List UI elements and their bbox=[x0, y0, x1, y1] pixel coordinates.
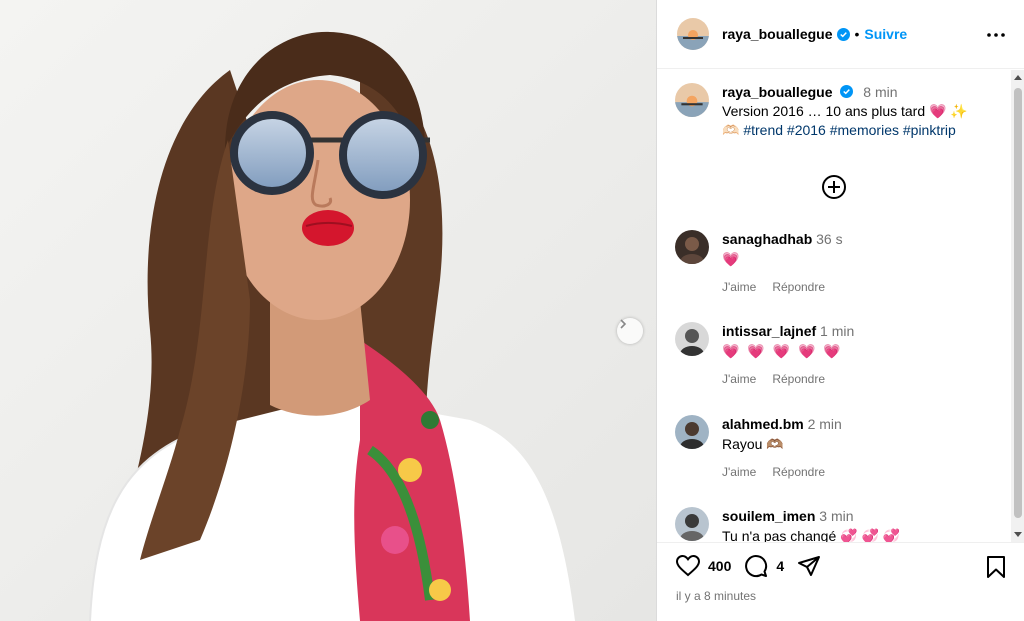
comment-username[interactable]: intissar_lajnef bbox=[722, 323, 816, 339]
share-icon[interactable] bbox=[796, 553, 822, 579]
comment-username[interactable]: alahmed.bm bbox=[722, 416, 804, 432]
comment-avatar[interactable] bbox=[675, 507, 709, 541]
comments-count[interactable]: 4 bbox=[776, 558, 784, 574]
user-avatar-image bbox=[675, 230, 709, 264]
separator-dot: • bbox=[854, 26, 860, 42]
comment-row: souilem_imen 3 min Tu n'a pas changé 💞 💞… bbox=[675, 507, 900, 542]
follow-button[interactable]: Suivre bbox=[864, 26, 907, 42]
post-header: raya_bouallegue • Suivre bbox=[657, 0, 1024, 69]
comment-text: 💗 💗 💗 💗 💗 bbox=[722, 343, 843, 359]
chevron-right-icon bbox=[620, 319, 627, 329]
scrollbar-thumb[interactable] bbox=[1014, 88, 1022, 518]
caption-hashtags[interactable]: #trend #2016 #memories #pinktrip bbox=[743, 122, 955, 138]
like-comment-button[interactable]: J'aime bbox=[722, 278, 756, 297]
user-avatar-image bbox=[675, 322, 709, 356]
likes-count[interactable]: 400 bbox=[708, 558, 731, 574]
comment-row: alahmed.bm 2 min Rayou 🫶🏽 J'aime Répondr… bbox=[675, 415, 842, 482]
comment-body: sanaghadhab 36 s 💗 J'aime Répondre bbox=[722, 230, 843, 297]
post-footer: 400 4 il y a 8 minutes bbox=[657, 542, 1024, 621]
comment-time[interactable]: 3 min bbox=[819, 508, 853, 524]
comment-username[interactable]: sanaghadhab bbox=[722, 231, 812, 247]
reply-comment-button[interactable]: Répondre bbox=[772, 278, 825, 297]
reply-comment-button[interactable]: Répondre bbox=[772, 370, 825, 389]
comment-time[interactable]: 1 min bbox=[820, 323, 854, 339]
next-photo-button[interactable] bbox=[617, 318, 643, 344]
comment-row: sanaghadhab 36 s 💗 J'aime Répondre bbox=[675, 230, 843, 297]
caption-body: Version 2016 … 10 ans plus tard 💗 ✨ bbox=[722, 103, 968, 119]
like-comment-button[interactable]: J'aime bbox=[722, 463, 756, 482]
comment-text: Rayou 🫶🏽 bbox=[722, 436, 784, 452]
more-options-icon[interactable] bbox=[985, 24, 1007, 46]
comment-avatar[interactable] bbox=[675, 322, 709, 356]
comment-icon[interactable] bbox=[743, 553, 769, 579]
instagram-post-modal: raya_bouallegue • Suivre raya_bouallegue… bbox=[0, 0, 1024, 621]
comment-row: intissar_lajnef 1 min 💗 💗 💗 💗 💗 J'aime R… bbox=[675, 322, 854, 389]
user-avatar-image bbox=[675, 507, 709, 541]
comment-time[interactable]: 36 s bbox=[816, 231, 842, 247]
comment-body: alahmed.bm 2 min Rayou 🫶🏽 J'aime Répondr… bbox=[722, 415, 842, 482]
comment-body: souilem_imen 3 min Tu n'a pas changé 💞 💞… bbox=[722, 507, 900, 542]
comments-scroll-area[interactable]: raya_bouallegue 8 min Version 2016 … 10 … bbox=[657, 70, 1011, 542]
comments-scrollbar[interactable] bbox=[1011, 70, 1024, 542]
comment-body: intissar_lajnef 1 min 💗 💗 💗 💗 💗 J'aime R… bbox=[722, 322, 854, 389]
sunset-avatar-image bbox=[675, 83, 709, 117]
post-photo[interactable] bbox=[0, 0, 656, 621]
verified-badge-icon bbox=[840, 85, 854, 98]
comment-text: Tu n'a pas changé 💞 💞 💞 bbox=[722, 528, 901, 542]
caption-username[interactable]: raya_bouallegue bbox=[722, 84, 833, 100]
caption-emoji: 🫶🏻 bbox=[722, 122, 740, 138]
comment-text: 💗 bbox=[722, 251, 742, 267]
scroll-up-arrow-icon[interactable] bbox=[1014, 75, 1022, 80]
caption-row: raya_bouallegue 8 min Version 2016 … 10 … bbox=[675, 83, 992, 140]
scroll-down-arrow-icon[interactable] bbox=[1014, 532, 1022, 537]
author-avatar[interactable] bbox=[677, 18, 709, 50]
author-username[interactable]: raya_bouallegue bbox=[722, 26, 833, 42]
comment-avatar[interactable] bbox=[675, 415, 709, 449]
like-comment-button[interactable]: J'aime bbox=[722, 370, 756, 389]
comment-username[interactable]: souilem_imen bbox=[722, 508, 815, 524]
comment-avatar[interactable] bbox=[675, 230, 709, 264]
reply-comment-button[interactable]: Répondre bbox=[772, 463, 825, 482]
post-side-panel: raya_bouallegue • Suivre raya_bouallegue… bbox=[656, 0, 1024, 621]
verified-badge-icon bbox=[836, 27, 850, 41]
add-circle-icon[interactable] bbox=[821, 174, 847, 200]
sunset-avatar-image bbox=[677, 18, 709, 50]
caption-avatar[interactable] bbox=[675, 83, 709, 117]
caption-text-block: raya_bouallegue 8 min Version 2016 … 10 … bbox=[722, 83, 992, 140]
portrait-illustration bbox=[0, 0, 656, 621]
user-avatar-image bbox=[675, 415, 709, 449]
comment-time[interactable]: 2 min bbox=[808, 416, 842, 432]
caption-time[interactable]: 8 min bbox=[863, 84, 897, 100]
heart-icon[interactable] bbox=[675, 553, 701, 579]
bookmark-icon[interactable] bbox=[985, 555, 1009, 579]
post-timestamp[interactable]: il y a 8 minutes bbox=[676, 589, 756, 603]
